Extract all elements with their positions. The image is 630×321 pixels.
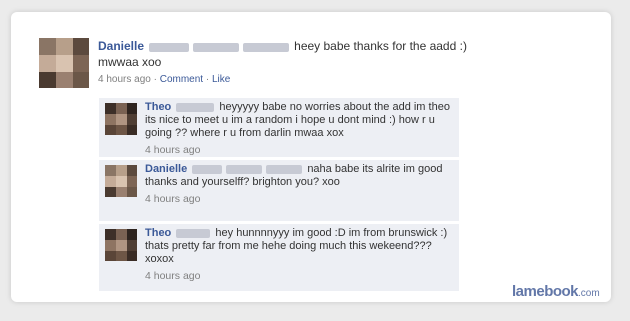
comment-timestamp: 4 hours ago [145, 270, 201, 282]
redacted-name [176, 228, 211, 238]
comment-author[interactable]: Theo [145, 227, 171, 239]
redacted-name [149, 42, 190, 52]
post-timestamp: 4 hours ago [98, 74, 151, 85]
redacted-name [193, 42, 240, 52]
brand-tld: .com [578, 288, 600, 299]
post-message: heey babe thanks for the aadd :) [294, 39, 467, 53]
brand-name: lamebook [512, 283, 579, 300]
comment-author[interactable]: Danielle [145, 163, 187, 175]
avatar[interactable] [105, 165, 137, 197]
comment-timestamp: 4 hours ago [145, 193, 201, 205]
avatar[interactable] [39, 38, 89, 88]
post-card: Danielle heey babe thanks for the aadd :… [11, 12, 611, 302]
comment-item: Danielle naha babe its alrite im good th… [99, 160, 459, 221]
comment-item: Theo hey hunnnnyyy im good :D im from br… [99, 224, 459, 291]
lamebook-logo: lamebook.com [512, 283, 600, 300]
like-link[interactable]: Like [212, 74, 230, 85]
redacted-name [266, 164, 303, 174]
post-author[interactable]: Danielle [98, 39, 144, 53]
redacted-name [226, 164, 263, 174]
meta-separator: · [205, 74, 210, 85]
avatar[interactable] [105, 103, 137, 135]
post-body: Danielle heey babe thanks for the aadd :… [98, 39, 568, 85]
redacted-name [243, 42, 290, 52]
meta-separator: · [153, 74, 157, 85]
comment-author[interactable]: Theo [145, 101, 171, 113]
redacted-name [192, 164, 223, 174]
comment-timestamp: 4 hours ago [145, 144, 201, 156]
comment-body: Danielle naha babe its alrite im good th… [145, 163, 453, 206]
post-message-line2: mwwaa xoo [98, 55, 162, 69]
redacted-name [176, 102, 215, 112]
comment-link[interactable]: Comment [160, 74, 203, 85]
post-meta: 4 hours ago · Comment · Like [98, 74, 568, 85]
comment-body: Theo hey hunnnnyyy im good :D im from br… [145, 227, 453, 283]
avatar[interactable] [105, 229, 137, 261]
comment-body: Theo heyyyyy babe no worries about the a… [145, 101, 453, 157]
comment-item: Theo heyyyyy babe no worries about the a… [99, 98, 459, 157]
